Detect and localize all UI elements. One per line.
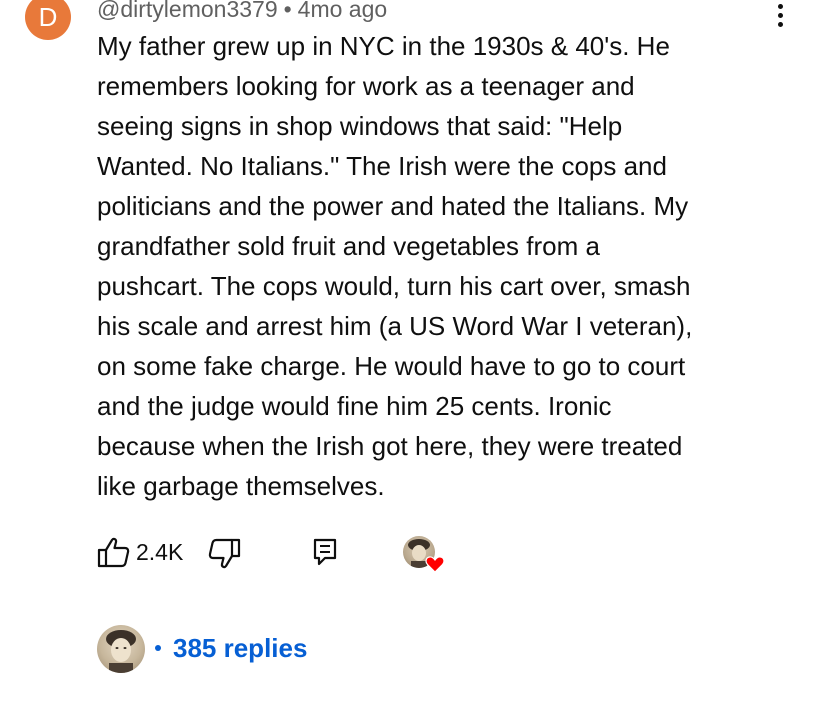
replies-link[interactable]: 385 replies [173, 633, 307, 663]
comment-line: on some fake charge. He would have to go… [97, 351, 686, 381]
creator-reply-avatar [97, 625, 145, 673]
comment-line: and the judge would fine him 25 cents. I… [97, 391, 612, 421]
comment-line: Wanted. No Italians." The Irish were the… [97, 151, 667, 181]
comment-line: grandfather sold fruit and vegetables fr… [97, 231, 600, 261]
comment-body: My father grew up in NYC in the 1930s & … [97, 26, 797, 506]
creator-portrait-icon [106, 630, 136, 673]
author-avatar[interactable]: D [25, 0, 71, 40]
like-count: 2.4K [136, 539, 184, 565]
comment-line: seeing signs in shop windows that said: … [97, 111, 623, 141]
comment-line: My father grew up in NYC in the 1930s & … [97, 31, 670, 61]
comment-timestamp[interactable]: 4mo ago [298, 0, 388, 22]
comment-line: like garbage themselves. [97, 471, 385, 501]
author-initial: D [38, 2, 58, 32]
creator-heart [403, 536, 449, 576]
reply-icon[interactable] [313, 538, 337, 566]
heart-icon [425, 556, 445, 573]
comment-actions: 2.4K [97, 532, 517, 573]
comment-line: remembers looking for work as a teenager… [97, 71, 635, 101]
meta-separator: • [283, 0, 292, 22]
thumbs-down-icon[interactable] [207, 538, 241, 570]
comment-line: because when the Irish got here, they we… [97, 431, 683, 461]
comment-line: his scale and arrest him (a US Word War … [97, 311, 693, 341]
comment-meta: @dirtylemon3379 • 4mo ago [97, 0, 387, 24]
replies-dot [155, 645, 161, 651]
author-handle[interactable]: @dirtylemon3379 [97, 0, 278, 22]
thumbs-up-icon[interactable] [97, 536, 131, 568]
comment-line: politicians and the power and hated the … [97, 191, 689, 221]
comment-line: pushcart. The cops would, turn his cart … [97, 271, 691, 301]
replies-toggle[interactable]: 385 replies [97, 625, 497, 673]
